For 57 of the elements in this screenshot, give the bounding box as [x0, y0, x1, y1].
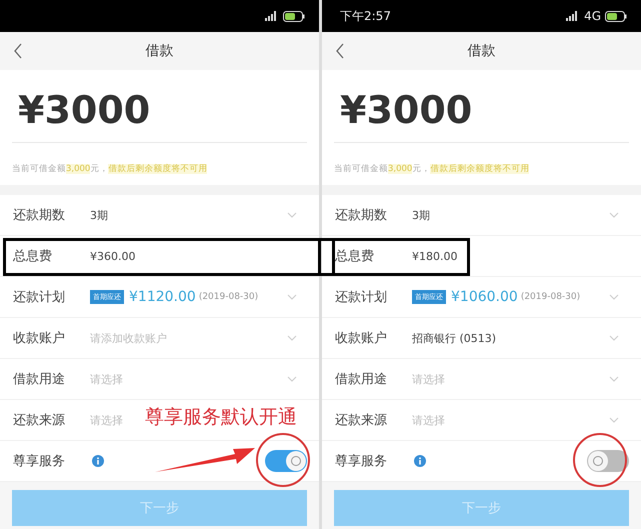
- status-time: 下午2:57: [340, 8, 391, 24]
- field-value: ¥360.00: [90, 250, 136, 262]
- select-field[interactable]: 请选择: [412, 412, 445, 428]
- highlight-circle: [573, 433, 627, 487]
- field-value: 招商银行 (0513): [412, 330, 496, 346]
- field-label: 还款期数: [335, 207, 388, 224]
- info-icon[interactable]: [414, 455, 426, 467]
- field-value: 3期: [90, 208, 108, 222]
- chevron-down-icon[interactable]: [609, 294, 619, 300]
- toggle-switch[interactable]: [265, 450, 307, 472]
- chevron-down-icon[interactable]: [287, 335, 297, 341]
- field-label: 收款账户: [335, 330, 388, 347]
- field-label: 还款来源: [13, 412, 66, 429]
- credit-note: 当前可借金额3,000元，借款后剩余额度将不可用: [12, 163, 208, 175]
- credit-note: 当前可借金额3,000元，借款后剩余额度将不可用: [334, 163, 530, 175]
- annotation-caption: 尊享服务默认开通: [145, 406, 297, 430]
- chevron-down-icon[interactable]: [287, 294, 297, 300]
- chevron-down-icon[interactable]: [609, 335, 619, 341]
- field-label: 还款来源: [335, 412, 388, 429]
- back-icon[interactable]: [13, 43, 23, 59]
- loan-amount: ¥3000: [17, 88, 152, 132]
- select-field[interactable]: 请选择: [412, 372, 445, 386]
- plan-date: (2019-08-30): [520, 292, 580, 302]
- info-icon[interactable]: [92, 455, 104, 467]
- chevron-down-icon[interactable]: [609, 376, 619, 382]
- toggle-switch[interactable]: [587, 450, 629, 472]
- chevron-down-icon[interactable]: [287, 376, 297, 382]
- field-label: 借款用途: [13, 371, 66, 388]
- chevron-down-icon[interactable]: [287, 212, 297, 218]
- loan-amount: ¥3000: [339, 88, 474, 132]
- field-label: 还款期数: [13, 207, 66, 224]
- back-icon[interactable]: [335, 43, 345, 59]
- chevron-down-icon[interactable]: [609, 417, 619, 423]
- battery-icon: [283, 10, 305, 22]
- field-label: 借款用途: [335, 371, 388, 388]
- field-value: ¥180.00: [412, 250, 458, 262]
- select-field[interactable]: 请添加收款账户: [90, 330, 167, 346]
- plan-date: (2019-08-30): [198, 292, 258, 302]
- chevron-down-icon[interactable]: [609, 212, 619, 218]
- battery-icon: [605, 10, 627, 22]
- network-label: 4G: [584, 9, 601, 23]
- field-label: 还款计划: [335, 289, 388, 306]
- page-title: 借款: [468, 42, 496, 60]
- plan-amount: ¥1120.00: [129, 289, 196, 305]
- field-label: 还款计划: [13, 289, 66, 306]
- field-label: 收款账户: [13, 330, 66, 347]
- select-field[interactable]: 请选择: [90, 412, 123, 428]
- plan-amount: ¥1060.00: [451, 289, 518, 305]
- highlight-circle: [256, 433, 310, 487]
- field-label: 总息费: [335, 248, 375, 265]
- field-label: 尊享服务: [335, 453, 388, 470]
- field-label: 总息费: [13, 248, 53, 265]
- select-field[interactable]: 请选择: [90, 372, 123, 386]
- field-value: 3期: [412, 208, 430, 222]
- signal-icon: [265, 11, 279, 21]
- field-label: 尊享服务: [13, 453, 66, 470]
- page-title: 借款: [146, 42, 174, 60]
